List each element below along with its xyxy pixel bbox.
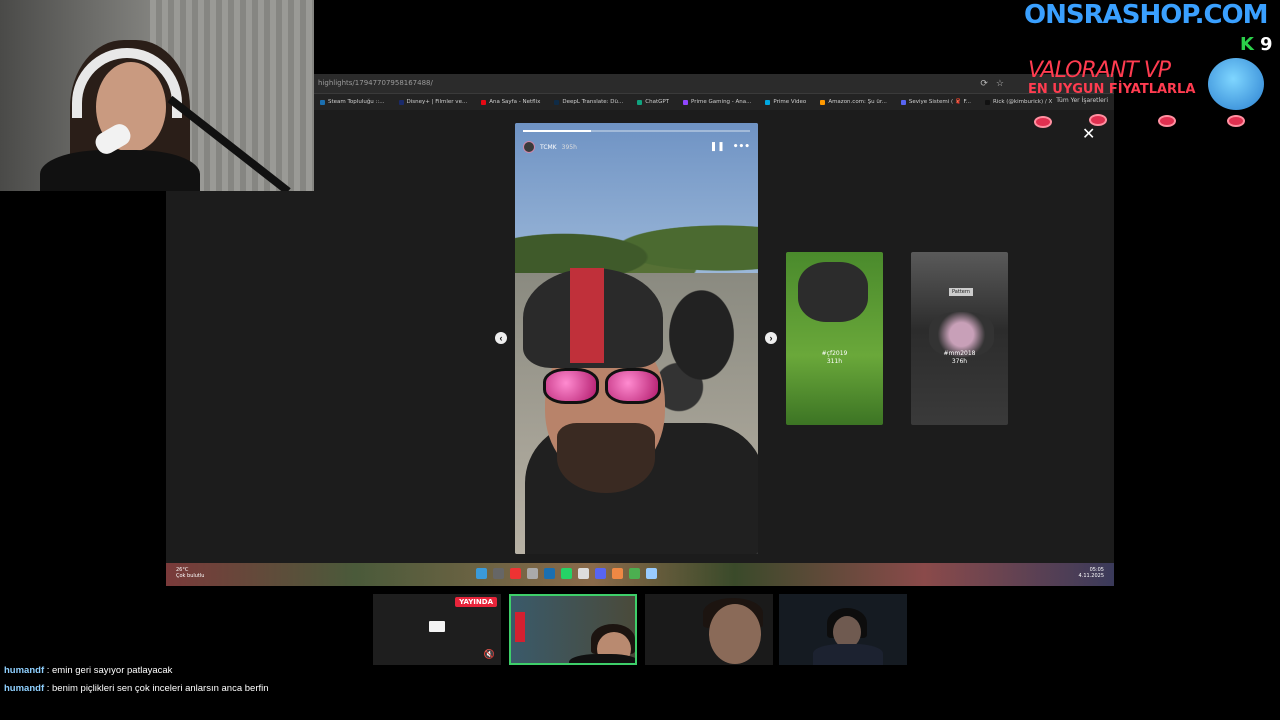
bookmark-item[interactable]: DeepL Translate: Dü... bbox=[554, 99, 623, 105]
bookmarks-bar: Steam Topluluğu ::... Disney+ | Filmler … bbox=[314, 94, 1114, 110]
guest-shirt bbox=[569, 654, 635, 663]
side-story-thumbnail[interactable]: #çf2019 311h bbox=[786, 252, 883, 425]
guest-cam-active[interactable] bbox=[509, 594, 637, 665]
chevron-right-icon: › bbox=[769, 333, 773, 343]
address-bar-icons: ⟳ ☆ bbox=[980, 78, 1004, 89]
bookmark-favicon bbox=[320, 99, 325, 105]
bookmark-favicon bbox=[765, 99, 771, 105]
guest-cam-screen-share[interactable]: YAYINDA 🔇 bbox=[373, 594, 501, 665]
chat-username: humandf bbox=[4, 665, 45, 676]
sunglasses-lens bbox=[543, 368, 599, 404]
taskbar-clock[interactable]: 05:05 4.11.2025 bbox=[1079, 567, 1104, 579]
chat-username: humandf bbox=[4, 683, 45, 694]
chat-message: humandf : benim piçlikleri sen çok incel… bbox=[4, 680, 269, 698]
muted-speaker-icon[interactable]: 🔇 bbox=[484, 649, 495, 660]
all-bookmarks-folder[interactable]: Tüm Yer İşaretleri bbox=[1056, 97, 1108, 104]
bookmark-favicon bbox=[820, 99, 826, 105]
bookmark-item[interactable]: ChatGPT bbox=[637, 99, 669, 105]
chat-overlay: humandf : emin geri sayıyor patlayacak h… bbox=[4, 662, 269, 698]
sponsor-site-logo: ONSRASHOP.COM bbox=[1024, 0, 1269, 30]
sponsor-tagline: EN UYGUN FİYATLARLA bbox=[1028, 82, 1196, 97]
coin-icon bbox=[1034, 116, 1052, 128]
guest-cam[interactable] bbox=[779, 594, 907, 665]
guest-face bbox=[709, 604, 761, 664]
taskbar: 26°C Çok bulutlu 05:05 4.11.2025 bbox=[166, 563, 1114, 586]
taskbar-app-icon[interactable] bbox=[493, 568, 504, 579]
webcam-shirt bbox=[40, 150, 200, 191]
pause-icon[interactable]: ❚❚ bbox=[710, 142, 725, 152]
taskbar-app-icon[interactable] bbox=[544, 568, 555, 579]
bookmark-item[interactable]: Steam Topluluğu ::... bbox=[320, 99, 385, 105]
bookmark-item[interactable]: Seviye Sistemi ( 🧣 F... bbox=[900, 99, 971, 105]
taskbar-app-icon[interactable] bbox=[595, 568, 606, 579]
sponsor-k-badge: K9 bbox=[1240, 34, 1273, 55]
coin-icon bbox=[1158, 115, 1176, 127]
bookmark-star-icon[interactable]: ☆ bbox=[996, 78, 1004, 89]
side-story-label: #çf2019 311h bbox=[821, 350, 848, 365]
story-controls: ❚❚ ••• bbox=[710, 142, 750, 152]
guest-shirt bbox=[813, 644, 883, 665]
flag-icon bbox=[515, 612, 525, 642]
taskbar-apps bbox=[476, 568, 657, 579]
story-photo-sunglasses bbox=[537, 368, 667, 408]
chevron-left-icon: ‹ bbox=[499, 333, 503, 343]
bookmark-item[interactable]: Amazon.com: Şu ür... bbox=[820, 99, 887, 105]
story-username[interactable]: TCMK bbox=[540, 144, 557, 151]
taskbar-app-icon[interactable] bbox=[612, 568, 623, 579]
more-options-icon[interactable]: ••• bbox=[733, 142, 750, 152]
side-story-label: #mm2018 376h bbox=[943, 350, 976, 365]
taskbar-app-icon[interactable] bbox=[476, 568, 487, 579]
bookmark-item[interactable]: Disney+ | Filmler ve... bbox=[398, 99, 467, 105]
bookmark-item[interactable]: Ana Sayfa - Netflix bbox=[481, 99, 540, 105]
story-progress-bar bbox=[523, 130, 750, 132]
taskbar-app-icon[interactable] bbox=[510, 568, 521, 579]
chat-text: : benim piçlikleri sen çok inceleri anla… bbox=[44, 683, 269, 694]
url-text[interactable]: highlights/17947707958167488/ bbox=[318, 79, 433, 87]
story-header: TCMK 395h ❚❚ ••• bbox=[523, 139, 750, 155]
sponsor-game-title: VALORANT VP bbox=[1028, 58, 1171, 83]
taskbar-app-icon[interactable] bbox=[646, 568, 657, 579]
story-timestamp: 395h bbox=[561, 143, 577, 151]
bookmark-item[interactable]: Prime Video bbox=[765, 99, 806, 105]
reload-icon[interactable]: ⟳ bbox=[980, 78, 988, 89]
address-bar[interactable]: highlights/17947707958167488/ ⟳ ☆ bbox=[314, 74, 1114, 94]
screen-share-icon bbox=[429, 621, 445, 632]
taskbar-app-icon[interactable] bbox=[629, 568, 640, 579]
story-viewer[interactable]: TCMK 395h ❚❚ ••• bbox=[515, 123, 758, 554]
side-story-sticker: Pattern bbox=[949, 288, 973, 296]
coin-icon bbox=[1089, 114, 1107, 126]
close-icon[interactable]: ✕ bbox=[1082, 124, 1095, 144]
next-story-button[interactable]: › bbox=[765, 332, 777, 344]
bookmark-favicon bbox=[554, 99, 560, 105]
bookmark-item[interactable]: Rick (@kimburick) / X bbox=[984, 99, 1052, 105]
chat-message: humandf : emin geri sayıyor patlayacak bbox=[4, 662, 269, 680]
taskbar-app-icon[interactable] bbox=[578, 568, 589, 579]
taskbar-app-icon[interactable] bbox=[527, 568, 538, 579]
side-story-photo bbox=[798, 262, 868, 322]
story-photo-helmet-stripe bbox=[570, 268, 604, 363]
coin-icon bbox=[1227, 115, 1245, 127]
bookmark-favicon bbox=[683, 99, 689, 105]
bookmark-favicon bbox=[398, 99, 404, 105]
side-story-thumbnail[interactable]: Pattern #mm2018 376h bbox=[911, 252, 1008, 425]
bookmark-item[interactable]: Prime Gaming - Ana... bbox=[683, 99, 751, 105]
sunglasses-lens bbox=[605, 368, 661, 404]
story-photo-beard bbox=[557, 423, 655, 493]
weather-widget[interactable]: 26°C Çok bulutlu bbox=[176, 567, 204, 579]
guest-cam[interactable] bbox=[645, 594, 773, 665]
bookmark-favicon bbox=[637, 99, 643, 105]
bookmark-favicon bbox=[900, 99, 906, 105]
streamer-webcam bbox=[0, 0, 314, 191]
bookmark-favicon bbox=[984, 99, 990, 105]
taskbar-app-icon[interactable] bbox=[561, 568, 572, 579]
previous-story-button[interactable]: ‹ bbox=[495, 332, 507, 344]
chat-text: : emin geri sayıyor patlayacak bbox=[44, 665, 173, 676]
story-progress-fill bbox=[523, 130, 592, 132]
bookmark-favicon bbox=[481, 99, 487, 105]
avatar[interactable] bbox=[523, 141, 535, 153]
mascot-icon bbox=[1208, 58, 1264, 110]
live-badge: YAYINDA bbox=[455, 597, 497, 607]
